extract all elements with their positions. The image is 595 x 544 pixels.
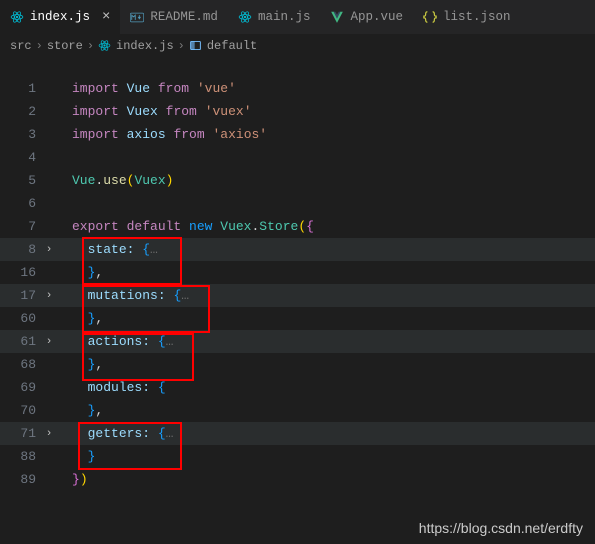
react-icon xyxy=(238,10,252,24)
react-icon xyxy=(10,10,24,24)
line-number: 7 xyxy=(8,219,36,234)
vue-icon xyxy=(330,10,344,24)
chevron-right-icon: › xyxy=(36,39,43,53)
react-icon xyxy=(98,39,112,53)
tab-label: list.json xyxy=(443,10,511,24)
line-number: 89 xyxy=(8,472,36,487)
tab-label: main.js xyxy=(258,10,311,24)
tab-main-js[interactable]: main.js xyxy=(228,0,321,34)
line-number: 88 xyxy=(8,449,36,464)
fold-icon[interactable]: › xyxy=(42,336,56,348)
json-icon xyxy=(423,10,437,24)
fold-icon[interactable]: › xyxy=(42,290,56,302)
line-number: 60 xyxy=(8,311,36,326)
fold-icon[interactable]: › xyxy=(42,244,56,256)
tabs-bar: index.js × README.md main.js App.vue lis… xyxy=(0,0,595,35)
fold-icon[interactable]: › xyxy=(42,428,56,440)
breadcrumb: src › store › index.js › default xyxy=(0,35,595,57)
line-number: 6 xyxy=(8,196,36,211)
chevron-right-icon: › xyxy=(87,39,94,53)
line-number: 68 xyxy=(8,357,36,372)
line-number: 69 xyxy=(8,380,36,395)
markdown-icon xyxy=(130,10,144,24)
close-icon[interactable]: × xyxy=(102,10,110,24)
breadcrumb-item[interactable]: default xyxy=(189,39,257,53)
line-number: 61 xyxy=(8,334,36,349)
tab-readme[interactable]: README.md xyxy=(120,0,228,34)
tab-list-json[interactable]: list.json xyxy=(413,0,521,34)
tab-label: App.vue xyxy=(350,10,403,24)
line-number: 4 xyxy=(8,150,36,165)
tab-app-vue[interactable]: App.vue xyxy=(320,0,413,34)
line-number: 71 xyxy=(8,426,36,441)
breadcrumb-item[interactable]: store xyxy=(47,39,83,53)
code-editor[interactable]: 1import Vue from 'vue' 2import Vuex from… xyxy=(0,57,595,491)
line-number: 1 xyxy=(8,81,36,96)
tab-index-js[interactable]: index.js × xyxy=(0,0,120,34)
breadcrumb-item[interactable]: index.js xyxy=(98,39,174,53)
chevron-right-icon: › xyxy=(178,39,185,53)
breadcrumb-item[interactable]: src xyxy=(10,39,32,53)
line-number: 16 xyxy=(8,265,36,280)
line-number: 2 xyxy=(8,104,36,119)
line-number: 5 xyxy=(8,173,36,188)
line-number: 8 xyxy=(8,242,36,257)
symbol-icon xyxy=(189,39,203,53)
line-number: 70 xyxy=(8,403,36,418)
watermark: https://blog.csdn.net/erdfty xyxy=(419,520,583,536)
tab-label: index.js xyxy=(30,10,90,24)
line-number: 3 xyxy=(8,127,36,142)
tab-label: README.md xyxy=(150,10,218,24)
line-number: 17 xyxy=(8,288,36,303)
